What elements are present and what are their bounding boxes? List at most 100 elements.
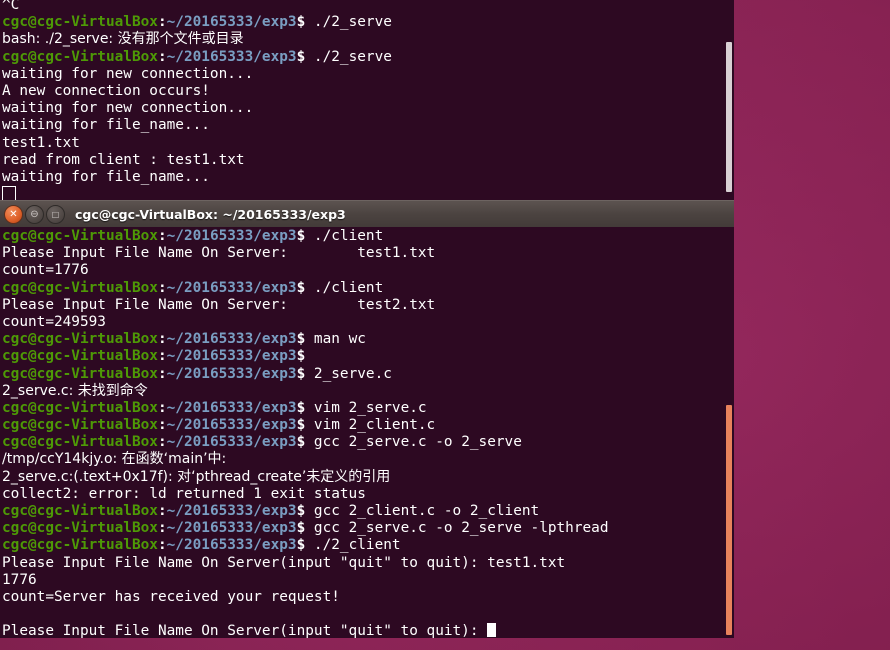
terminal-line: 2_serve.c: 未找到命令 [2,383,609,400]
prompt-path: ~/20165333/exp3 [166,503,297,519]
prompt-path: ~/20165333/exp3 [166,417,297,434]
prompt-user-host: cgc@cgc-VirtualBox [2,520,158,537]
terminal-output-text: bash: ./2_serve: 没有那个文件或目录 [2,31,244,48]
terminal-line: waiting for new connection... [2,100,392,117]
client-terminal-scrollbar[interactable] [726,405,732,635]
terminal-line: cgc@cgc-VirtualBox:~/20165333/exp3$ ./cl… [2,228,609,245]
titlebar[interactable]: ✕ ⊖ □ cgc@cgc-VirtualBox: ~/20165333/exp… [0,200,734,228]
terminal-line: cgc@cgc-VirtualBox:~/20165333/exp3$ ./2_… [2,49,392,66]
terminal-line: waiting for file_name... [2,169,392,186]
prompt-separator: : [157,228,167,244]
terminal-line: cgc@cgc-VirtualBox:~/20165333/exp3$ man … [2,331,609,348]
maximize-button[interactable]: □ [46,205,65,224]
prompt-command: ./2_client [305,537,401,554]
terminal-line: Please Input File Name On Server: test1.… [2,245,609,262]
prompt-sigil: $ [296,331,306,348]
terminal-line: cgc@cgc-VirtualBox:~/20165333/exp3$ ./cl… [2,280,609,297]
terminal-output-text: 1776 [2,571,37,588]
terminal-output-text: count=249593 [2,313,106,330]
server-terminal-window[interactable]: ^C cgc@cgc-VirtualBox:~/20165333/exp3$ ./… [0,0,734,200]
prompt-path: ~/20165333/exp3 [166,279,297,296]
prompt-sigil: $ [296,365,306,382]
prompt-separator: : [157,348,167,365]
client-terminal-window[interactable]: ✕ ⊖ □ cgc@cgc-VirtualBox: ~/20165333/exp… [0,200,734,640]
close-icon: ✕ [9,208,18,220]
terminal-output-text: 2_serve.c: 未找到命令 [2,382,148,399]
terminal-output-text: count=1776 [2,262,89,279]
terminal-line: cgc@cgc-VirtualBox:~/20165333/exp3$ vim … [2,400,609,417]
window-title: cgc@cgc-VirtualBox: ~/20165333/exp3 [75,207,346,222]
client-terminal-screen-area[interactable]: cgc@cgc-VirtualBox:~/20165333/exp3$ ./cl… [0,227,734,638]
prompt-sigil: $ [296,228,306,244]
terminal-line: cgc@cgc-VirtualBox:~/20165333/exp3$ ./2_… [2,14,392,31]
terminal-line: cgc@cgc-VirtualBox:~/20165333/exp3$ 2_se… [2,366,609,383]
prompt-command: gcc 2_client.c -o 2_client [305,503,540,519]
close-button[interactable]: ✕ [4,205,23,224]
prompt-path: ~/20165333/exp3 [166,365,297,382]
terminal-line: waiting for file_name... [2,117,392,134]
prompt-sigil: $ [296,434,306,451]
terminal-output-text: Please Input File Name On Server: test1.… [2,245,436,262]
prompt-user-host: cgc@cgc-VirtualBox [2,48,158,65]
terminal-line: count=1776 [2,262,609,279]
terminal-line: Please Input File Name On Server(input "… [2,623,609,638]
prompt-sigil: $ [296,503,306,519]
terminal-line: cgc@cgc-VirtualBox:~/20165333/exp3$ gcc … [2,434,609,451]
prompt-user-host: cgc@cgc-VirtualBox [2,348,158,365]
prompt-path: ~/20165333/exp3 [166,228,297,244]
terminal-output-text: collect2: error: ld returned 1 exit stat… [2,485,366,502]
prompt-user-host: cgc@cgc-VirtualBox [2,14,158,31]
terminal-line: count=249593 [2,314,609,331]
terminal-line [2,186,392,200]
prompt-sigil: $ [296,48,306,65]
prompt-command: gcc 2_serve.c -o 2_serve [305,434,522,451]
terminal-output-text: Please Input File Name On Server(input "… [2,554,566,571]
prompt-user-host: cgc@cgc-VirtualBox [2,434,158,451]
prompt-sigil: $ [296,14,306,31]
terminal-line: count=Server has received your request! [2,589,609,606]
terminal-output-text: 2_serve.c:(.text+0x17f): 对‘pthread_creat… [2,468,391,485]
prompt-separator: : [157,520,167,537]
prompt-separator: : [157,434,167,451]
server-terminal-screen[interactable]: ^C cgc@cgc-VirtualBox:~/20165333/exp3$ ./… [0,0,394,200]
prompt-command: ./client [305,228,384,244]
prompt-separator: : [157,399,167,416]
prompt-separator: : [157,503,167,519]
prompt-user-host: cgc@cgc-VirtualBox [2,503,158,519]
prompt-user-host: cgc@cgc-VirtualBox [2,279,158,296]
prompt-sigil: $ [296,537,306,554]
terminal-line: cgc@cgc-VirtualBox:~/20165333/exp3$ vim … [2,417,609,434]
prompt-path: ~/20165333/exp3 [166,331,297,348]
prompt-user-host: cgc@cgc-VirtualBox [2,331,158,348]
terminal-line: /tmp/ccY14kjy.o: 在函数‘main’中: [2,451,609,468]
prompt-separator: : [157,365,167,382]
prompt-command: ./2_serve [305,48,392,65]
prompt-command: man wc [305,331,366,348]
terminal-output-text: Please Input File Name On Server: test2.… [2,296,436,313]
prompt-separator: : [157,331,167,348]
terminal-output-text: waiting for new connection... [2,100,254,117]
prompt-path: ~/20165333/exp3 [166,348,297,365]
terminal-output-text: count=Server has received your request! [2,588,340,605]
prompt-command: gcc 2_serve.c -o 2_serve -lpthread [305,520,609,537]
terminal-line: test1.txt [2,135,392,152]
prompt-user-host: cgc@cgc-VirtualBox [2,537,158,554]
terminal-line: A new connection occurs! [2,83,392,100]
terminal-line: cgc@cgc-VirtualBox:~/20165333/exp3$ gcc … [2,520,609,537]
client-terminal-screen[interactable]: cgc@cgc-VirtualBox:~/20165333/exp3$ ./cl… [0,228,611,638]
prompt-separator: : [157,537,167,554]
minimize-button[interactable]: ⊖ [25,205,44,224]
prompt-user-host: cgc@cgc-VirtualBox [2,365,158,382]
prompt-user-host: cgc@cgc-VirtualBox [2,228,158,244]
terminal-line: cgc@cgc-VirtualBox:~/20165333/exp3$ [2,348,609,365]
terminal-output-text: waiting for file_name... [2,168,210,185]
prompt-user-host: cgc@cgc-VirtualBox [2,399,158,416]
server-terminal-scrollbar[interactable] [726,42,732,192]
terminal-output-text: test1.txt [2,134,80,151]
prompt-path: ~/20165333/exp3 [166,434,297,451]
terminal-output-text: Please Input File Name On Server(input "… [2,623,488,638]
terminal-line: cgc@cgc-VirtualBox:~/20165333/exp3$ ./2_… [2,537,609,554]
prompt-path: ~/20165333/exp3 [166,520,297,537]
prompt-sigil: $ [296,520,306,537]
